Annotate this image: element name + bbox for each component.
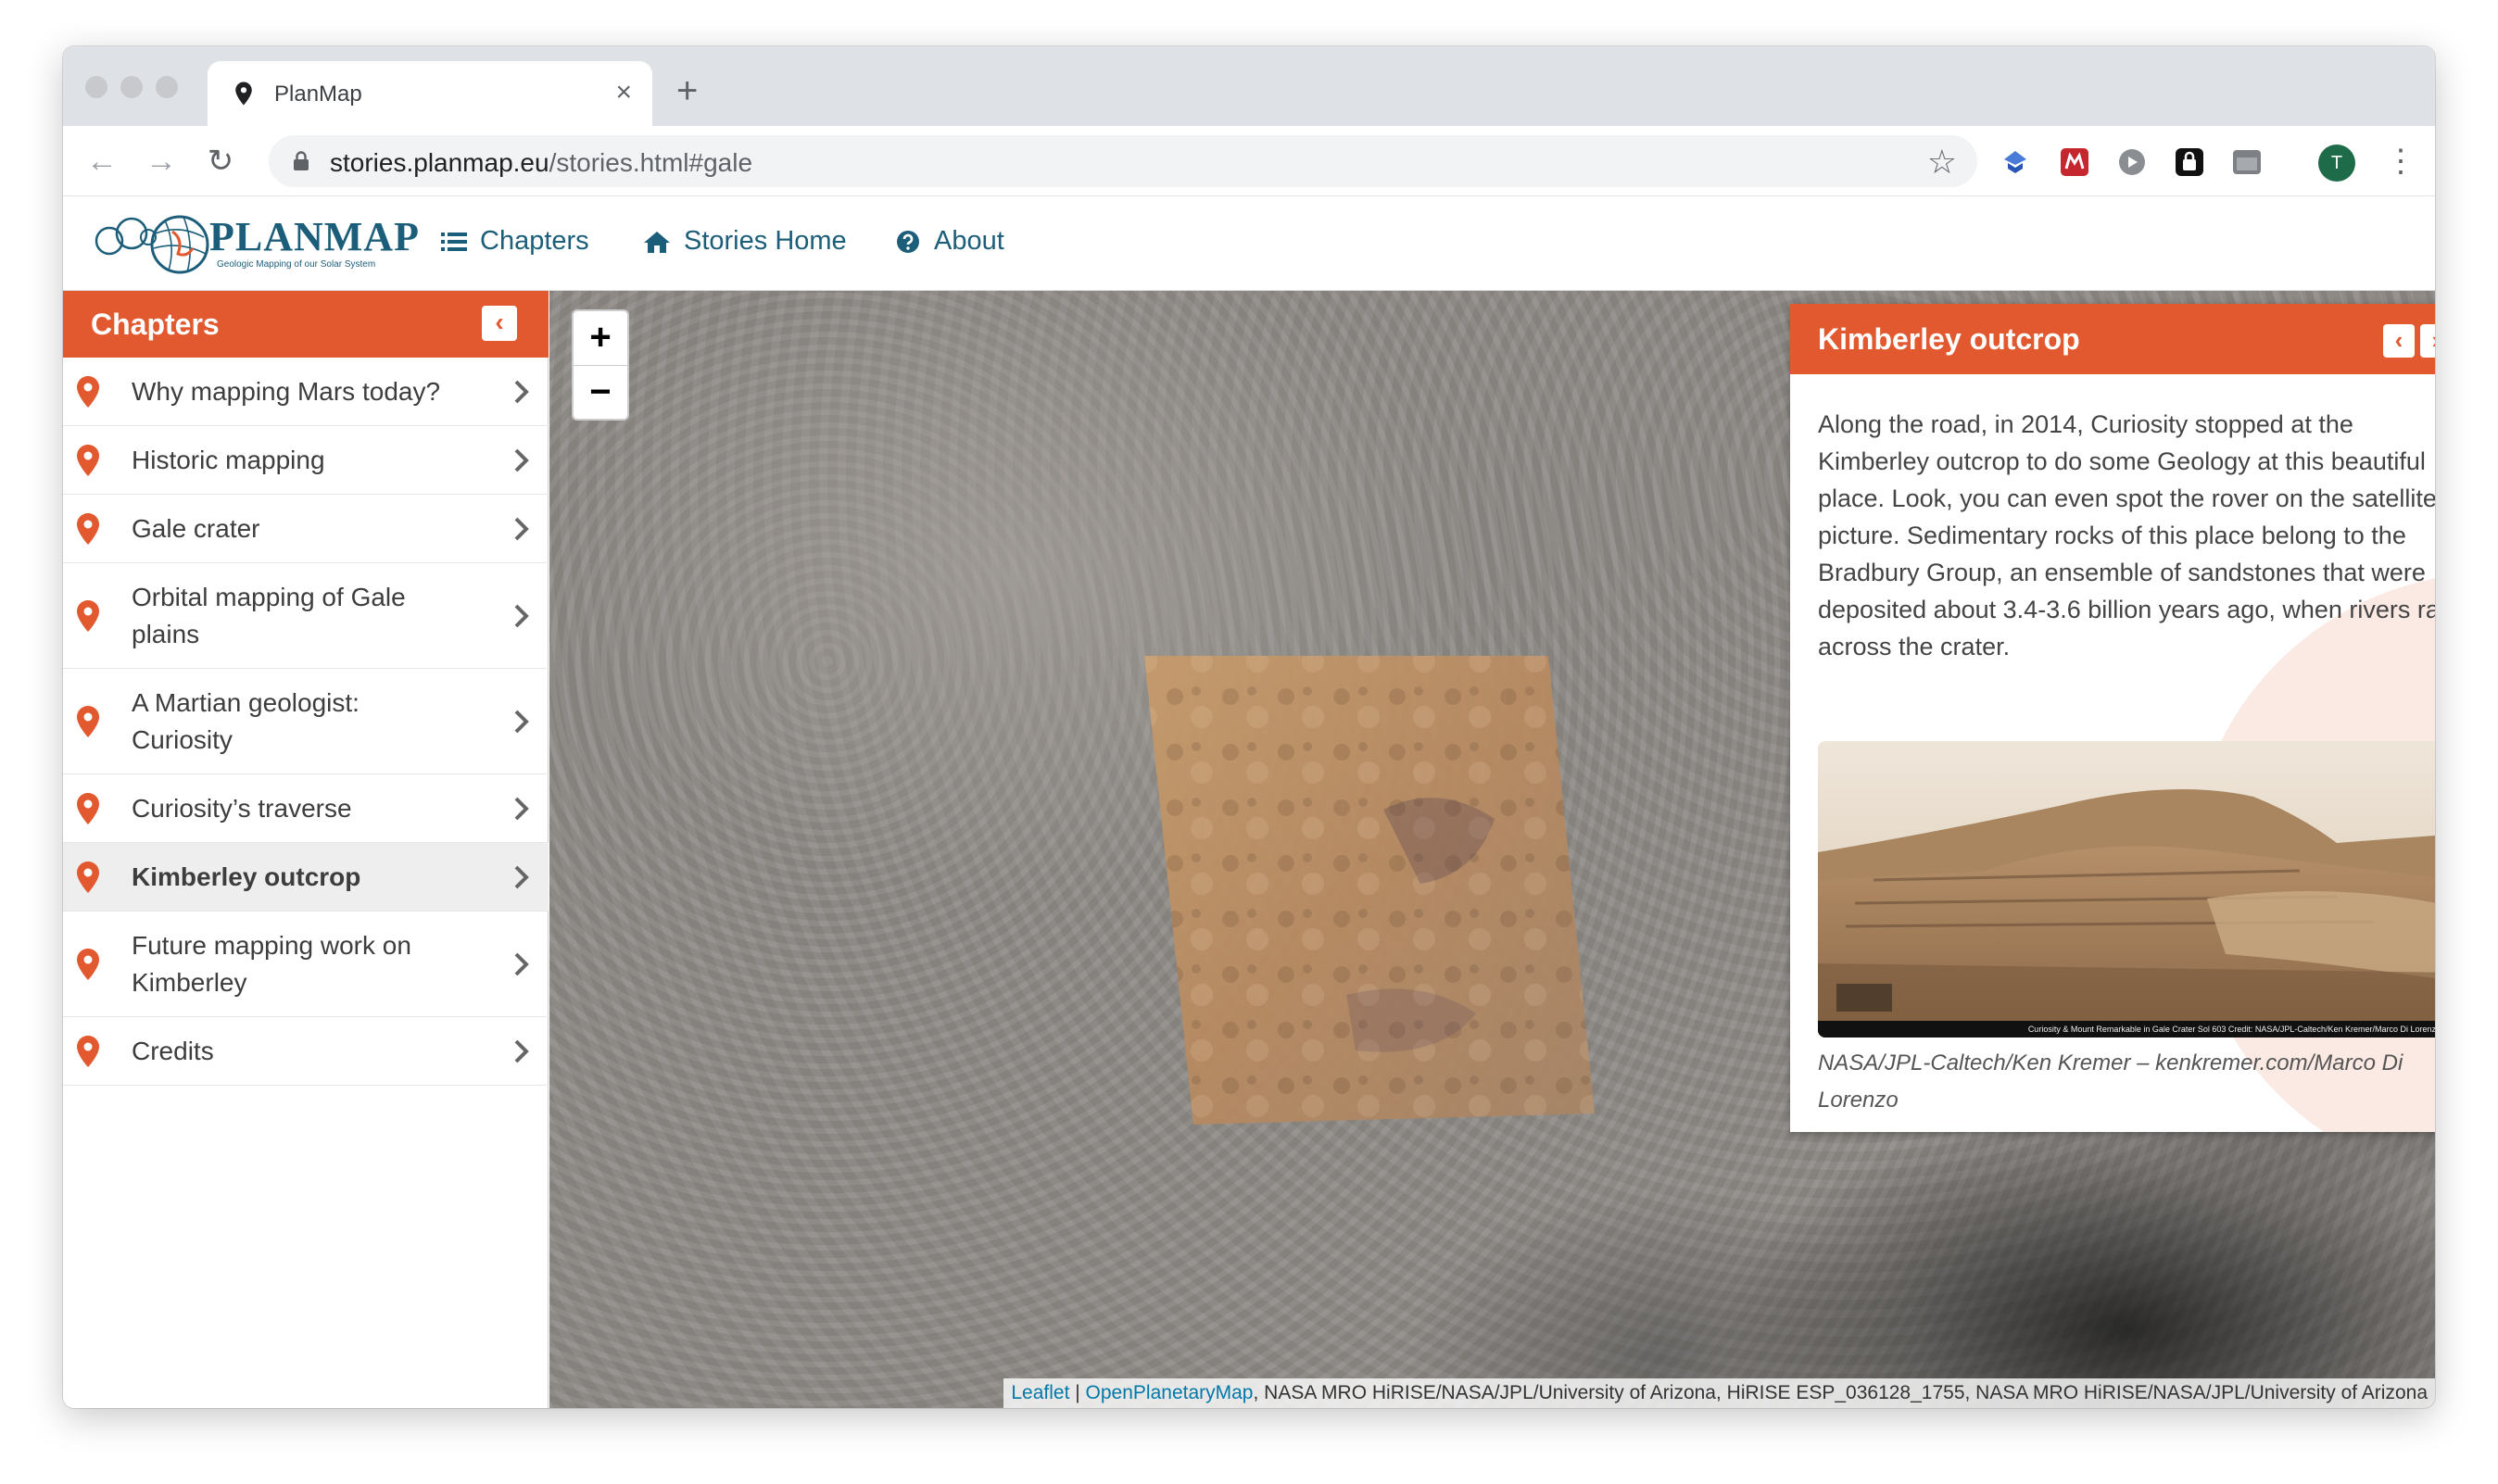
chevron-right-icon bbox=[514, 604, 529, 627]
map-marker-icon bbox=[77, 512, 99, 545]
chevron-right-icon bbox=[514, 952, 529, 975]
map-attribution: Leaflet | OpenPlanetaryMap, NASA MRO HiR… bbox=[1003, 1378, 2435, 1408]
outcrop-photo-image bbox=[1818, 741, 2435, 1038]
chevron-right-icon bbox=[514, 1039, 529, 1063]
browser-window: PlanMap × + ← → ↻ stories.planmap.eu/sto… bbox=[63, 46, 2435, 1408]
chapter-label: Credits bbox=[132, 1036, 214, 1065]
panel-title: Kimberley outcrop bbox=[1818, 322, 2080, 356]
site-header: PLANMAP Geologic Mapping of our Solar Sy… bbox=[63, 196, 2435, 291]
panel-body-text: Along the road, in 2014, Curiosity stopp… bbox=[1818, 410, 2435, 660]
question-circle-icon bbox=[897, 230, 919, 253]
chapter-label: Gale crater bbox=[132, 513, 260, 543]
maximize-window-dot[interactable] bbox=[156, 76, 178, 98]
map-marker-icon bbox=[77, 792, 99, 824]
zoom-out-button[interactable]: − bbox=[574, 365, 627, 419]
browser-menu-icon[interactable]: ⋮ bbox=[2385, 143, 2416, 180]
sidebar-title: Chapters bbox=[91, 308, 220, 341]
sidebar-collapse-button[interactable]: ‹ bbox=[482, 306, 517, 341]
profile-avatar[interactable]: T bbox=[2318, 145, 2355, 182]
extension-chat-icon[interactable] bbox=[2116, 146, 2148, 178]
tab-bar: PlanMap × + bbox=[63, 46, 2435, 126]
logo-subtitle: Geologic Mapping of our Solar System bbox=[217, 259, 376, 270]
chapters-sidebar: Chapters ‹ Why mapping Mars today? Histo… bbox=[63, 291, 549, 1408]
attribution-separator: | bbox=[1069, 1382, 1086, 1403]
curiosity-photo[interactable]: Curiosity & Mount Remarkable in Gale Cra… bbox=[1818, 741, 2435, 1038]
url-text: stories.planmap.eu/stories.html#gale bbox=[330, 148, 752, 178]
chapter-label: A Martian geologist: Curiosity bbox=[132, 687, 360, 754]
bookmark-star-icon[interactable]: ☆ bbox=[1927, 143, 1957, 182]
zoom-control: + − bbox=[572, 309, 629, 421]
map-marker-icon bbox=[77, 705, 99, 737]
chevron-right-icon bbox=[514, 710, 529, 733]
new-tab-icon[interactable]: + bbox=[676, 72, 698, 109]
chevron-right-icon bbox=[514, 797, 529, 820]
tab-close-icon[interactable]: × bbox=[615, 76, 632, 109]
extension-lock-icon[interactable] bbox=[2174, 146, 2205, 178]
map-marker-icon bbox=[77, 444, 99, 476]
chapter-label: Why mapping Mars today? bbox=[132, 376, 441, 406]
chevron-right-icon bbox=[514, 865, 529, 888]
chapter-label: Orbital mapping of Gale plains bbox=[132, 582, 406, 648]
map-pin-icon bbox=[235, 82, 252, 106]
lock-icon bbox=[294, 151, 309, 170]
nav-chapters-label: Chapters bbox=[480, 226, 589, 256]
leaflet-link[interactable]: Leaflet bbox=[1011, 1382, 1069, 1403]
chapter-item[interactable]: Historic mapping bbox=[63, 426, 549, 495]
list-icon bbox=[441, 232, 467, 251]
chapter-item[interactable]: Future mapping work on Kimberley bbox=[63, 912, 549, 1017]
chapter-label: Historic mapping bbox=[132, 445, 325, 474]
back-arrow-icon[interactable]: ← bbox=[82, 141, 122, 182]
map-marker-icon bbox=[77, 861, 99, 893]
browser-tab[interactable]: PlanMap × bbox=[208, 61, 652, 126]
chapter-item[interactable]: Curiosity’s traverse bbox=[63, 774, 549, 843]
attribution-text: , NASA MRO HiRISE/NASA/JPL/University of… bbox=[1253, 1382, 2429, 1403]
chapter-label: Kimberley outcrop bbox=[132, 861, 361, 891]
chapter-item[interactable]: Gale crater bbox=[63, 495, 549, 563]
prev-chapter-button[interactable]: ‹ bbox=[2383, 324, 2415, 358]
nav-stories-home[interactable]: Stories Home bbox=[643, 226, 847, 257]
tab-title: PlanMap bbox=[274, 82, 362, 107]
extension-red-icon[interactable] bbox=[2059, 146, 2090, 178]
address-bar[interactable]: stories.planmap.eu/stories.html#gale ☆ bbox=[269, 135, 1977, 187]
chapter-label: Future mapping work on Kimberley bbox=[132, 930, 411, 997]
openplanetarymap-link[interactable]: OpenPlanetaryMap bbox=[1086, 1382, 1254, 1403]
map-marker-icon bbox=[77, 1035, 99, 1067]
url-host: stories.planmap.eu bbox=[330, 148, 549, 177]
minimize-window-dot[interactable] bbox=[120, 76, 143, 98]
photo-caption: Curiosity & Mount Remarkable in Gale Cra… bbox=[1818, 1021, 2435, 1038]
url-path: /stories.html#gale bbox=[549, 148, 753, 177]
chapter-item[interactable]: Orbital mapping of Gale plains bbox=[63, 563, 549, 669]
chapter-item[interactable]: Why mapping Mars today? bbox=[63, 358, 549, 426]
chapter-item[interactable]: A Martian geologist: Curiosity bbox=[63, 669, 549, 774]
chevron-right-icon bbox=[514, 448, 529, 472]
browser-toolbar: ← → ↻ stories.planmap.eu/stories.html#ga… bbox=[63, 126, 2435, 196]
panel-header: Kimberley outcrop ‹ › bbox=[1790, 304, 2435, 374]
chevron-right-icon bbox=[514, 380, 529, 403]
chapter-item-active[interactable]: Kimberley outcrop bbox=[63, 843, 549, 912]
logo-text[interactable]: PLANMAP bbox=[209, 213, 420, 260]
nav-about[interactable]: About bbox=[895, 226, 1004, 257]
photo-credit: NASA/JPL-Caltech/Ken Kremer – kenkremer.… bbox=[1818, 1050, 2403, 1113]
chapter-item[interactable]: Credits bbox=[63, 1017, 549, 1086]
map-marker-icon bbox=[77, 375, 99, 408]
extension-gray-icon[interactable] bbox=[2231, 146, 2263, 178]
nav-about-label: About bbox=[934, 226, 1004, 256]
chevron-right-icon bbox=[514, 517, 529, 540]
reload-icon[interactable]: ↻ bbox=[200, 141, 241, 182]
forward-arrow-icon[interactable]: → bbox=[141, 141, 182, 182]
map-marker-icon bbox=[77, 948, 99, 980]
zoom-in-button[interactable]: + bbox=[574, 311, 627, 365]
chapter-list: Why mapping Mars today? Historic mapping… bbox=[63, 358, 549, 1086]
close-window-dot[interactable] bbox=[85, 76, 107, 98]
planmap-logo-icon[interactable] bbox=[91, 206, 211, 280]
next-chapter-button[interactable]: › bbox=[2420, 324, 2435, 358]
sidebar-header: Chapters ‹ bbox=[63, 291, 549, 358]
chapter-label: Curiosity’s traverse bbox=[132, 793, 352, 823]
home-icon bbox=[644, 231, 670, 253]
story-panel: Kimberley outcrop ‹ › Along the road, in… bbox=[1790, 304, 2435, 1132]
nav-chapters[interactable]: Chapters bbox=[441, 226, 589, 257]
nav-stories-home-label: Stories Home bbox=[684, 226, 847, 256]
map-marker-icon bbox=[77, 599, 99, 632]
extension-blue-icon[interactable] bbox=[2000, 146, 2031, 178]
